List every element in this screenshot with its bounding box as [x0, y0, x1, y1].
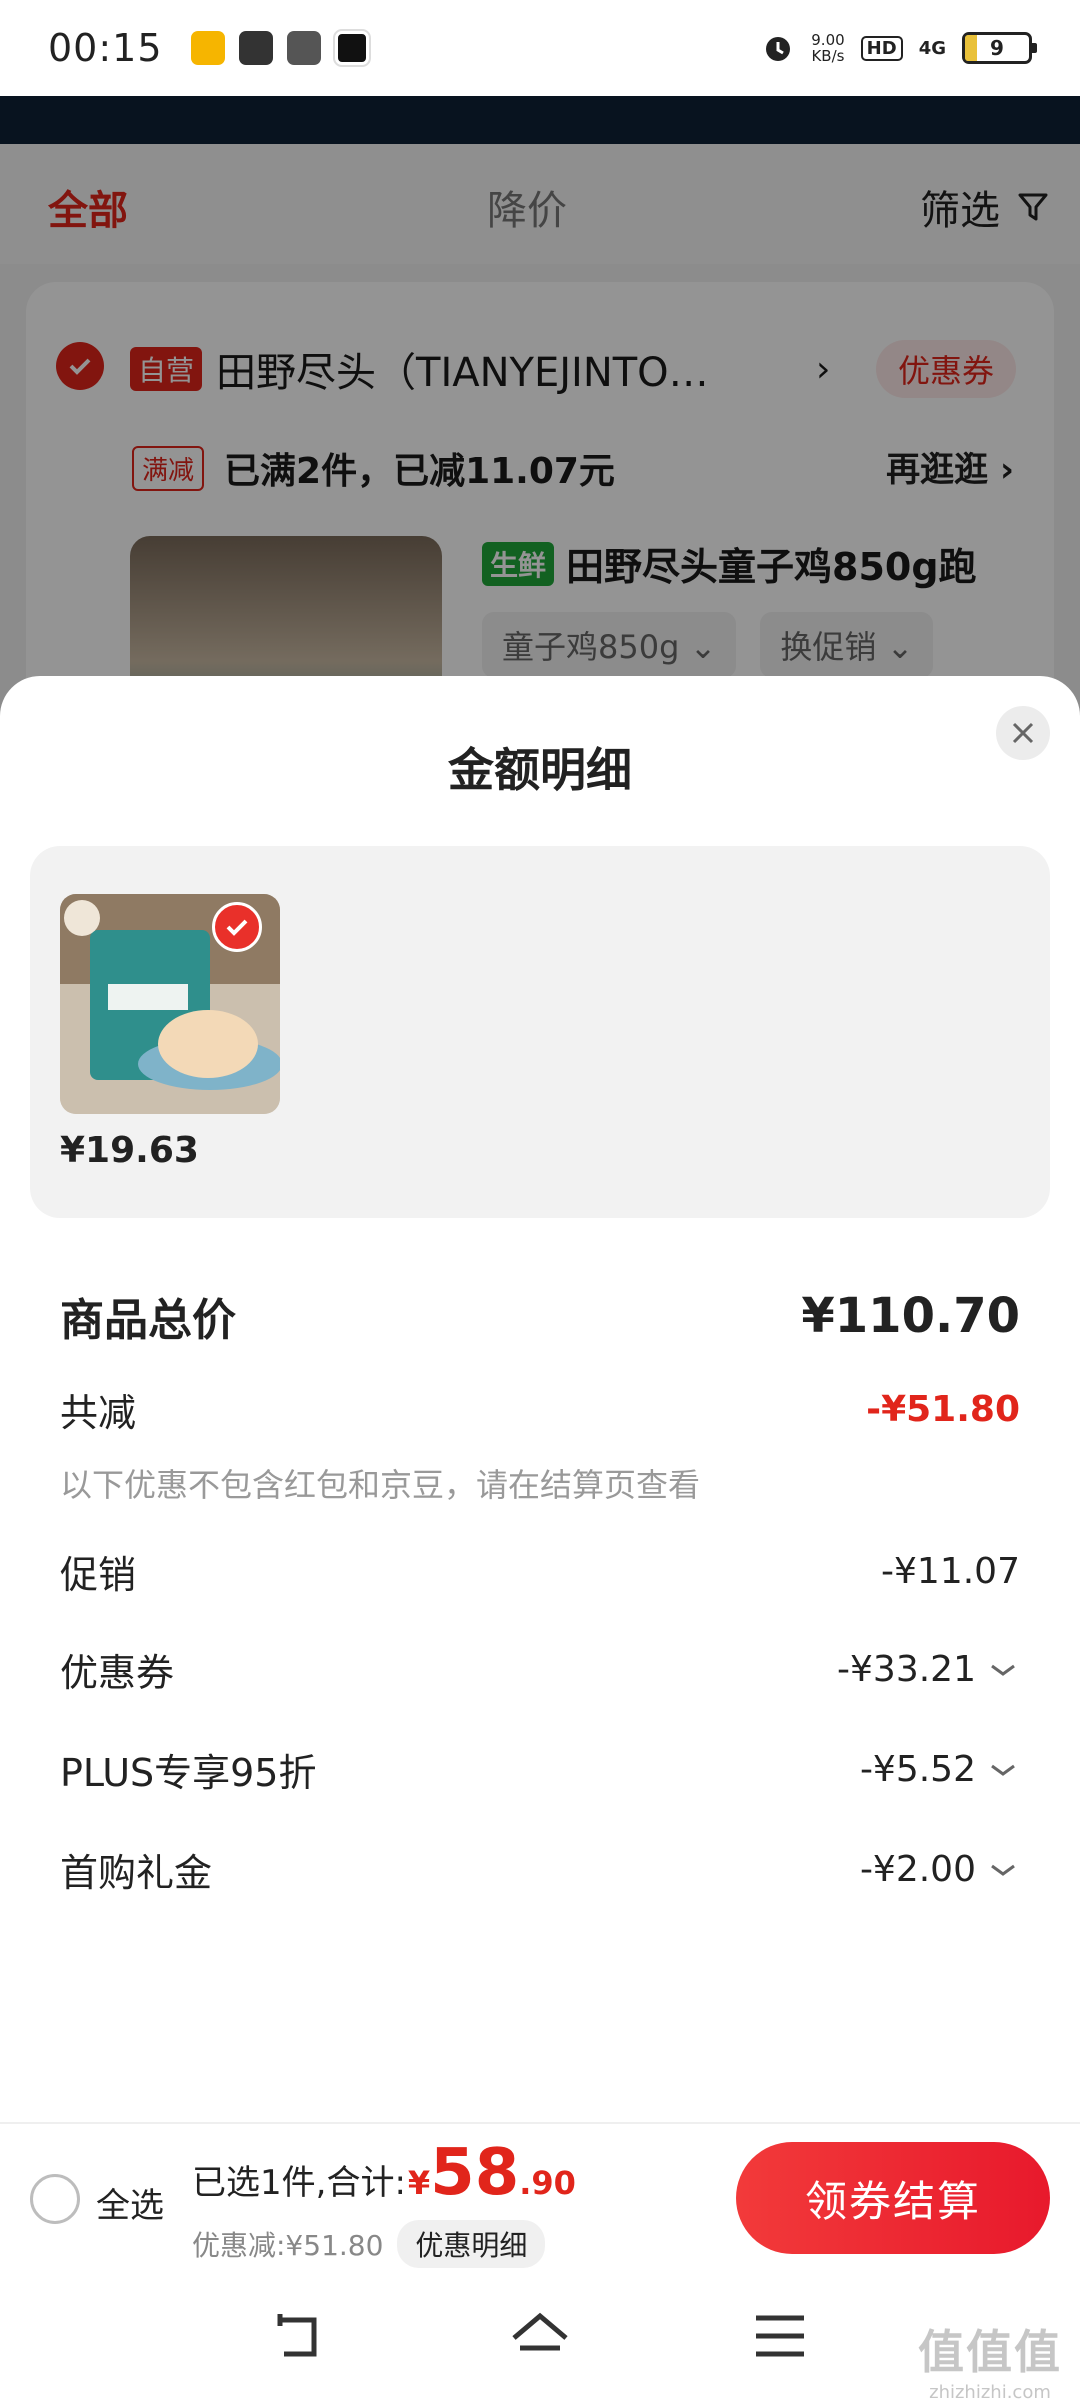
currency-symbol: ¥	[407, 2164, 431, 2202]
qq-notification-icon	[332, 29, 371, 67]
signal-icon: 4G	[918, 37, 946, 59]
close-button[interactable]	[996, 706, 1050, 760]
sheet-title: 金额明细	[448, 743, 632, 797]
battery-icon: 9	[962, 32, 1037, 64]
net-speed-unit: KB/s	[811, 47, 845, 65]
menu-icon[interactable]	[750, 2308, 810, 2364]
total-price-label: 商品总价	[60, 1295, 236, 1346]
hd-icon: HD	[860, 35, 903, 61]
total-decimal: .90	[519, 2164, 576, 2202]
checkout-button[interactable]: 领券结算	[736, 2142, 1050, 2254]
selected-items-panel: ¥19.63	[30, 846, 1050, 1218]
total-saving-value: -¥51.80	[866, 1389, 1020, 1430]
chevron-down-icon	[991, 1664, 1015, 1676]
promotion-value: -¥11.07	[881, 1551, 1020, 1592]
select-all-label[interactable]: 全选	[96, 2178, 164, 2227]
first-purchase-label: 首购礼金	[60, 1851, 213, 1895]
promotion-label: 促销	[60, 1553, 137, 1597]
total-saving-row: 共减 -¥51.80	[60, 1382, 1020, 1437]
status-time: 00:15	[48, 26, 163, 70]
select-all-radio[interactable]	[30, 2174, 80, 2224]
first-purchase-row[interactable]: 首购礼金 -¥2.00	[60, 1842, 1020, 1897]
coupon-row[interactable]: 优惠券 -¥33.21	[60, 1642, 1020, 1697]
discount-line: 优惠减:¥51.80 优惠明细	[192, 2220, 546, 2268]
checkmark-icon	[226, 919, 248, 936]
back-icon[interactable]	[270, 2308, 330, 2364]
plus-discount-value: -¥5.52	[859, 1749, 976, 1790]
total-price-row: 商品总价 ¥110.70	[60, 1284, 1020, 1348]
notification-icons	[190, 29, 371, 67]
status-bar: 00:15 9.00 KB/s HD 4G 9	[0, 0, 1080, 96]
alarm-icon	[766, 37, 791, 61]
total-price-value: ¥110.70	[801, 1288, 1020, 1344]
chevron-down-icon	[991, 1864, 1015, 1876]
order-summary: 已选1件,合计: ¥ 58 .90	[192, 2138, 576, 2208]
app-notification-icon	[190, 31, 225, 65]
mail-notification-icon	[238, 31, 273, 65]
close-icon	[1012, 722, 1034, 744]
total-integer: 58	[430, 2136, 520, 2210]
coupon-value: -¥33.21	[837, 1649, 976, 1690]
gift-notification-icon	[286, 31, 321, 65]
plus-discount-row[interactable]: PLUS专享95折 -¥5.52	[60, 1742, 1020, 1797]
item-selected-check[interactable]	[212, 902, 262, 952]
checkout-bar: 全选 已选1件,合计: ¥ 58 .90 优惠减:¥51.80 优惠明细 领券结…	[0, 2122, 1080, 2272]
item-price: ¥19.63	[60, 1130, 199, 1171]
coupon-label: 优惠券	[60, 1651, 175, 1695]
total-saving-label: 共减	[60, 1391, 137, 1435]
watermark-domain: zhizhizhi.com	[929, 2382, 1051, 2400]
saving-note: 以下优惠不包含红包和京豆，请在结算页查看	[60, 1466, 701, 1504]
battery-level: 9	[990, 36, 1004, 60]
net-speed-value: 9.00	[811, 31, 845, 49]
chevron-down-icon	[991, 1764, 1015, 1776]
promotion-row: 促销 -¥11.07	[60, 1544, 1020, 1599]
discount-text: 优惠减:¥51.80	[192, 2229, 384, 2262]
discount-detail-button[interactable]: 优惠明细	[397, 2220, 546, 2268]
watermark-main: 值值值	[918, 2325, 1062, 2379]
summary-prefix: 已选1件,合计:	[192, 2163, 406, 2203]
watermark: 值值值 zhizhizhi.com	[918, 2316, 1062, 2400]
plus-discount-label: PLUS专享95折	[60, 1751, 317, 1795]
home-icon[interactable]	[510, 2308, 570, 2364]
net-speed: 9.00 KB/s	[811, 32, 844, 64]
first-purchase-value: -¥2.00	[859, 1849, 976, 1890]
